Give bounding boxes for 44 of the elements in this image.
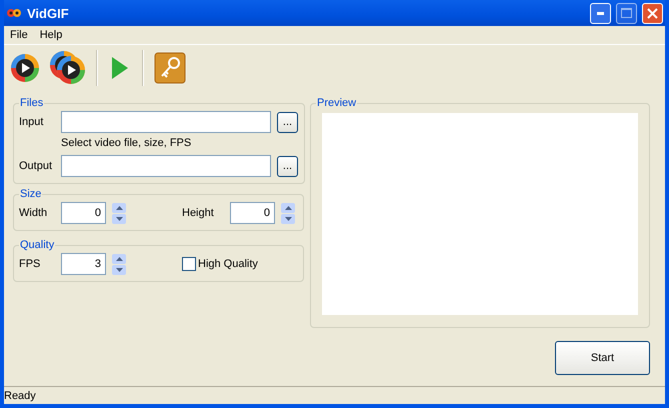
input-field[interactable]: [61, 111, 271, 133]
field-label: FPS: [19, 258, 42, 270]
field-label: Height: [182, 207, 215, 219]
browse-button[interactable]: ...: [277, 156, 298, 176]
down-arrow-icon: [284, 216, 292, 220]
down-arrow-icon: [116, 216, 122, 220]
field-label: Input: [19, 116, 44, 128]
checkbox[interactable]: [182, 257, 196, 271]
spin-up-button[interactable]: [281, 202, 295, 212]
field-label: Output: [19, 160, 54, 172]
key-icon[interactable]: [152, 50, 188, 86]
spin-up-button[interactable]: [112, 202, 126, 212]
close-icon: [647, 8, 658, 18]
up-arrow-icon: [116, 256, 122, 260]
discs-play-icon[interactable]: [48, 49, 88, 87]
fps-field[interactable]: 3: [61, 253, 106, 275]
output-field[interactable]: [61, 155, 271, 177]
group-title: Preview: [316, 97, 358, 109]
up-arrow-icon: [284, 206, 292, 210]
down-arrow-icon: [116, 268, 122, 272]
browse-button[interactable]: ...: [277, 112, 298, 132]
minimize-icon: [597, 12, 604, 14]
checkbox-label: High Quality: [198, 258, 258, 270]
spin-down-button[interactable]: [112, 264, 126, 274]
menu-item[interactable]: File: [4, 29, 34, 41]
group-title: Quality: [19, 239, 56, 251]
group-title: Size: [19, 188, 42, 200]
window-title: VidGIF: [27, 6, 70, 20]
width-field[interactable]: 0: [61, 202, 106, 224]
maximize-button[interactable]: [616, 2, 637, 24]
start-button[interactable]: Start: [555, 341, 650, 375]
hint-text: Select video file, size, FPS: [61, 137, 192, 149]
minimize-button[interactable]: [590, 2, 611, 24]
close-button[interactable]: [642, 2, 663, 24]
group-title: Files: [19, 97, 44, 109]
spin-down-button[interactable]: [112, 214, 126, 224]
maximize-icon: [621, 8, 632, 18]
height-field[interactable]: 0: [230, 202, 275, 224]
spin-up-button[interactable]: [112, 254, 126, 264]
spin-down-button[interactable]: [281, 214, 295, 224]
field-label: Width: [19, 207, 48, 219]
status-text: Ready: [4, 390, 36, 402]
up-arrow-icon: [116, 206, 122, 210]
menu-item[interactable]: Help: [34, 29, 68, 41]
